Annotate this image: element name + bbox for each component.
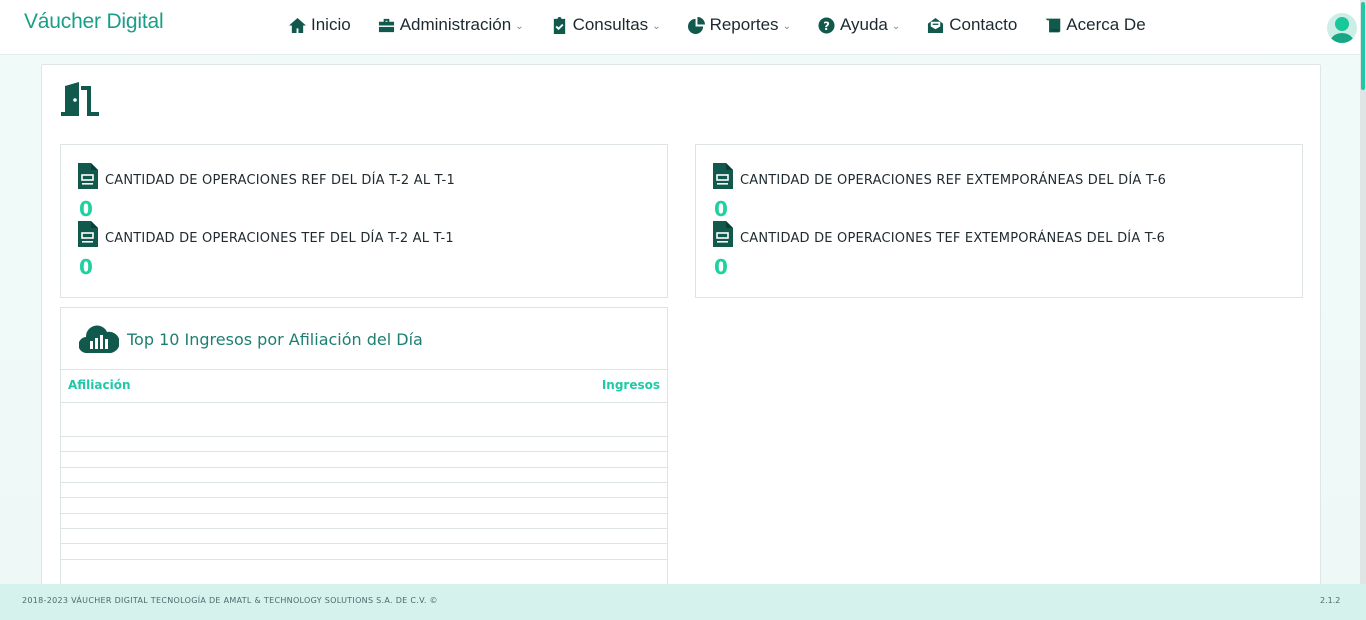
- nav-ayuda[interactable]: ? Ayuda ⌄: [817, 15, 900, 35]
- nav-reportes-label: Reportes: [709, 15, 779, 34]
- brand-logo[interactable]: Váucher Digital: [24, 10, 164, 34]
- nav-ayuda-label: Ayuda: [839, 15, 888, 34]
- document-icon: [78, 221, 98, 247]
- main-nav: Inicio Administración ⌄ Consultas ⌄ Repo…: [288, 15, 1172, 35]
- stat-value: 0: [79, 255, 93, 279]
- footer-copyright: 2018-2023 VÁUCHER DIGITAL TECNOLOGÍA DE …: [22, 596, 438, 605]
- nav-administracion[interactable]: Administración ⌄: [377, 15, 524, 35]
- footer: 2018-2023 VÁUCHER DIGITAL TECNOLOGÍA DE …: [0, 584, 1366, 620]
- nav-inicio-label: Inicio: [311, 15, 351, 34]
- top-navbar: Váucher Digital Inicio Administración ⌄ …: [0, 0, 1360, 55]
- clipboard-check-icon: [553, 16, 565, 34]
- briefcase-icon: [378, 18, 394, 32]
- chevron-down-icon: ⌄: [652, 20, 661, 32]
- stat-label: CANTIDAD DE OPERACIONES REF EXTEMPORÁNEA…: [740, 172, 1167, 188]
- footer-version: 2.1.2: [1320, 596, 1341, 605]
- nav-administracion-label: Administración: [399, 15, 512, 34]
- table-row-divider: [61, 482, 667, 483]
- table-row-divider: [61, 528, 667, 529]
- nav-consultas-label: Consultas: [572, 15, 649, 34]
- pie-chart-icon: [687, 16, 705, 34]
- home-icon: [289, 17, 306, 33]
- nav-inicio[interactable]: Inicio: [288, 15, 351, 35]
- table-divider: [61, 402, 667, 403]
- document-icon: [78, 163, 98, 189]
- document-icon: [713, 163, 733, 189]
- chevron-down-icon: ⌄: [515, 20, 524, 32]
- table-divider: [61, 369, 667, 370]
- stat-tef-t2-t1: CANTIDAD DE OPERACIONES TEF DEL DÍA T-2 …: [78, 221, 454, 247]
- scroll-icon: [1045, 18, 1061, 32]
- nav-contacto-label: Contacto: [949, 15, 1018, 34]
- top10-card: Top 10 Ingresos por Afiliación del Día A…: [60, 307, 668, 585]
- nav-reportes[interactable]: Reportes ⌄: [687, 15, 791, 35]
- stat-ref-t2-t1: CANTIDAD DE OPERACIONES REF DEL DÍA T-2 …: [78, 163, 455, 189]
- table-row-divider: [61, 436, 667, 437]
- table-row-divider: [61, 497, 667, 498]
- user-avatar[interactable]: [1327, 13, 1357, 43]
- stat-value: 0: [79, 197, 93, 221]
- table-row-divider: [61, 543, 667, 544]
- stat-value: 0: [714, 255, 728, 279]
- table-row-divider: [61, 451, 667, 452]
- door-open-icon: [61, 82, 99, 116]
- chevron-down-icon: ⌄: [891, 20, 901, 32]
- stat-label: CANTIDAD DE OPERACIONES TEF EXTEMPORÁNEA…: [740, 230, 1166, 246]
- user-icon: [1330, 17, 1354, 43]
- table-row-divider: [61, 559, 667, 560]
- column-header-afiliacion[interactable]: Afiliación: [68, 378, 131, 392]
- nav-acerca-de[interactable]: Acerca De: [1043, 15, 1146, 35]
- cloud-chart-icon: [79, 325, 119, 353]
- envelope-open-icon: [928, 17, 944, 33]
- column-header-ingresos[interactable]: Ingresos: [602, 378, 660, 392]
- nav-acerca-de-label: Acerca De: [1066, 15, 1146, 34]
- top10-title: Top 10 Ingresos por Afiliación del Día: [127, 330, 423, 349]
- table-row-divider: [61, 467, 667, 468]
- question-circle-icon: ?: [818, 16, 835, 34]
- page-scrollbar-thumb[interactable]: [1361, 2, 1365, 90]
- document-icon: [713, 221, 733, 247]
- stat-tef-extemporaneas: CANTIDAD DE OPERACIONES TEF EXTEMPORÁNEA…: [713, 221, 1165, 247]
- svg-text:?: ?: [823, 18, 830, 32]
- stat-ref-extemporaneas: CANTIDAD DE OPERACIONES REF EXTEMPORÁNEA…: [713, 163, 1166, 189]
- table-row-divider: [61, 513, 667, 514]
- stat-value: 0: [714, 197, 728, 221]
- stat-label: CANTIDAD DE OPERACIONES TEF DEL DÍA T-2 …: [105, 230, 454, 246]
- nav-consultas[interactable]: Consultas ⌄: [550, 15, 661, 35]
- chevron-down-icon: ⌄: [782, 20, 791, 32]
- nav-contacto[interactable]: Contacto: [926, 15, 1017, 35]
- stat-label: CANTIDAD DE OPERACIONES REF DEL DÍA T-2 …: [105, 172, 455, 188]
